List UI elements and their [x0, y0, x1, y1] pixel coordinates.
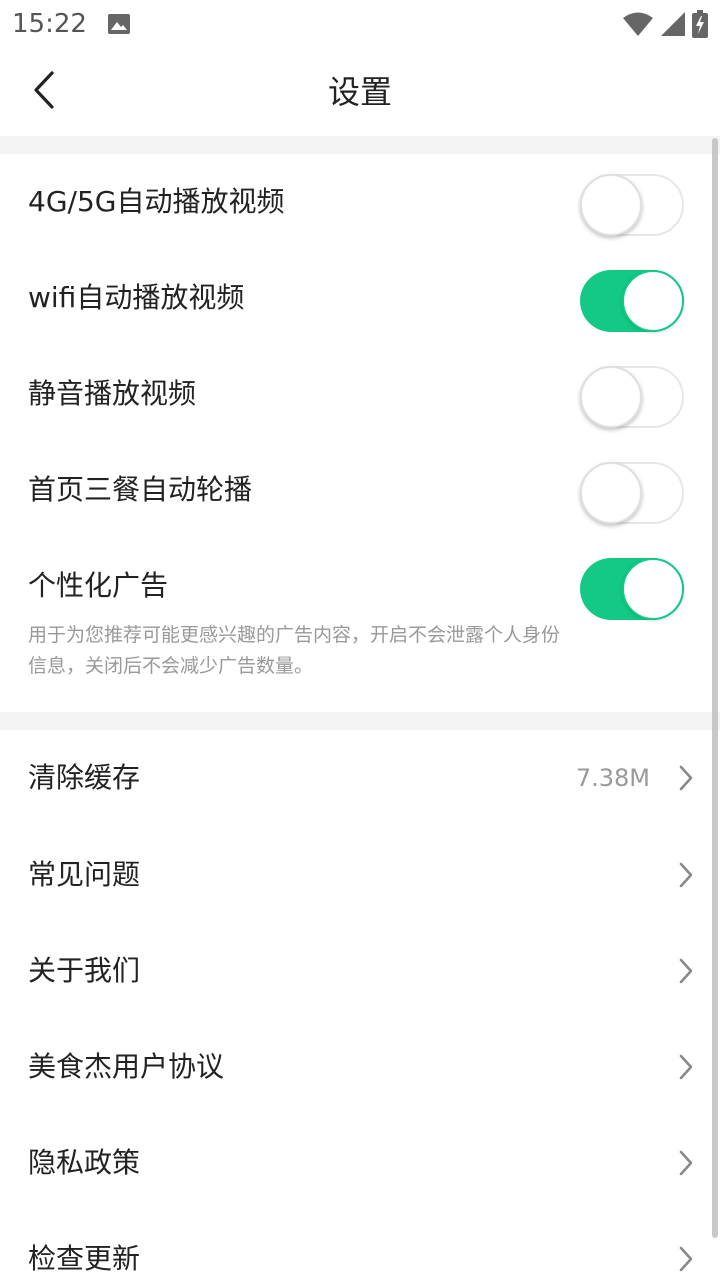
- menu-label: 美食杰用户协议: [28, 1050, 225, 1083]
- menu-label: 隐私政策: [28, 1146, 141, 1179]
- setting-row-home-carousel: 首页三餐自动轮播: [0, 442, 712, 538]
- toggle-knob: [580, 366, 642, 428]
- chevron-right-icon: [676, 1148, 696, 1178]
- menu-label: 关于我们: [28, 954, 141, 987]
- page-title: 设置: [327, 73, 392, 111]
- section-divider: [0, 712, 720, 730]
- cache-size-value: 7.38M: [575, 764, 650, 792]
- section-divider: [0, 136, 720, 154]
- setting-row-mute-playback: 静音播放视频: [0, 346, 712, 442]
- signal-icon: [660, 11, 686, 41]
- setting-row-personalized-ads: 个性化广告 用于为您推荐可能更感兴趣的广告内容，开启不会泄露个人身份信息，关闭后…: [0, 538, 712, 712]
- chevron-right-icon: [676, 860, 696, 890]
- settings-screen: 15:22 设置 4G/5G自动播放视频 wifi自动播放视频 静音播放视频 首…: [0, 0, 720, 1280]
- chevron-right-icon: [676, 763, 696, 793]
- menu-label: 检查更新: [28, 1242, 141, 1275]
- chevron-right-icon: [676, 956, 696, 986]
- chevron-right-icon: [676, 1244, 696, 1274]
- toggle-mute-playback[interactable]: [580, 366, 684, 428]
- app-header: 设置: [0, 48, 720, 136]
- scrollbar[interactable]: [712, 138, 718, 1238]
- setting-row-4g5g-autoplay: 4G/5G自动播放视频: [0, 154, 712, 250]
- setting-label: 个性化广告: [28, 569, 169, 602]
- menu-item-faq[interactable]: 常见问题: [0, 826, 712, 922]
- setting-label: wifi自动播放视频: [28, 281, 245, 314]
- setting-label: 静音播放视频: [28, 377, 197, 410]
- status-time: 15:22: [12, 9, 87, 39]
- setting-label: 首页三餐自动轮播: [28, 473, 253, 506]
- toggle-knob: [580, 174, 642, 236]
- toggle-4g5g-autoplay[interactable]: [580, 174, 684, 236]
- toggle-personalized-ads[interactable]: [580, 558, 684, 620]
- toggle-wifi-autoplay[interactable]: [580, 270, 684, 332]
- menu-label: 清除缓存: [28, 761, 141, 794]
- toggle-home-carousel[interactable]: [580, 462, 684, 524]
- battery-charging-icon: [692, 10, 708, 42]
- chevron-right-icon: [676, 1052, 696, 1082]
- setting-label: 4G/5G自动播放视频: [28, 185, 285, 218]
- toggle-knob: [622, 558, 684, 620]
- setting-description: 用于为您推荐可能更感兴趣的广告内容，开启不会泄露个人身份信息，关闭后不会减少广告…: [28, 624, 561, 677]
- status-bar: 15:22: [0, 0, 720, 48]
- menu-label: 常见问题: [28, 858, 141, 891]
- image-icon: [107, 12, 131, 40]
- menu-item-about-us[interactable]: 关于我们: [0, 922, 712, 1018]
- menu-item-check-update[interactable]: 检查更新: [0, 1210, 712, 1280]
- menu-item-privacy-policy[interactable]: 隐私政策: [0, 1114, 712, 1210]
- menu-item-clear-cache[interactable]: 清除缓存 7.38M: [0, 730, 712, 826]
- status-icons: [622, 10, 708, 42]
- toggle-knob: [622, 270, 684, 332]
- setting-row-wifi-autoplay: wifi自动播放视频: [0, 250, 712, 346]
- menu-item-user-agreement[interactable]: 美食杰用户协议: [0, 1018, 712, 1114]
- wifi-icon: [622, 11, 654, 41]
- toggle-knob: [580, 462, 642, 524]
